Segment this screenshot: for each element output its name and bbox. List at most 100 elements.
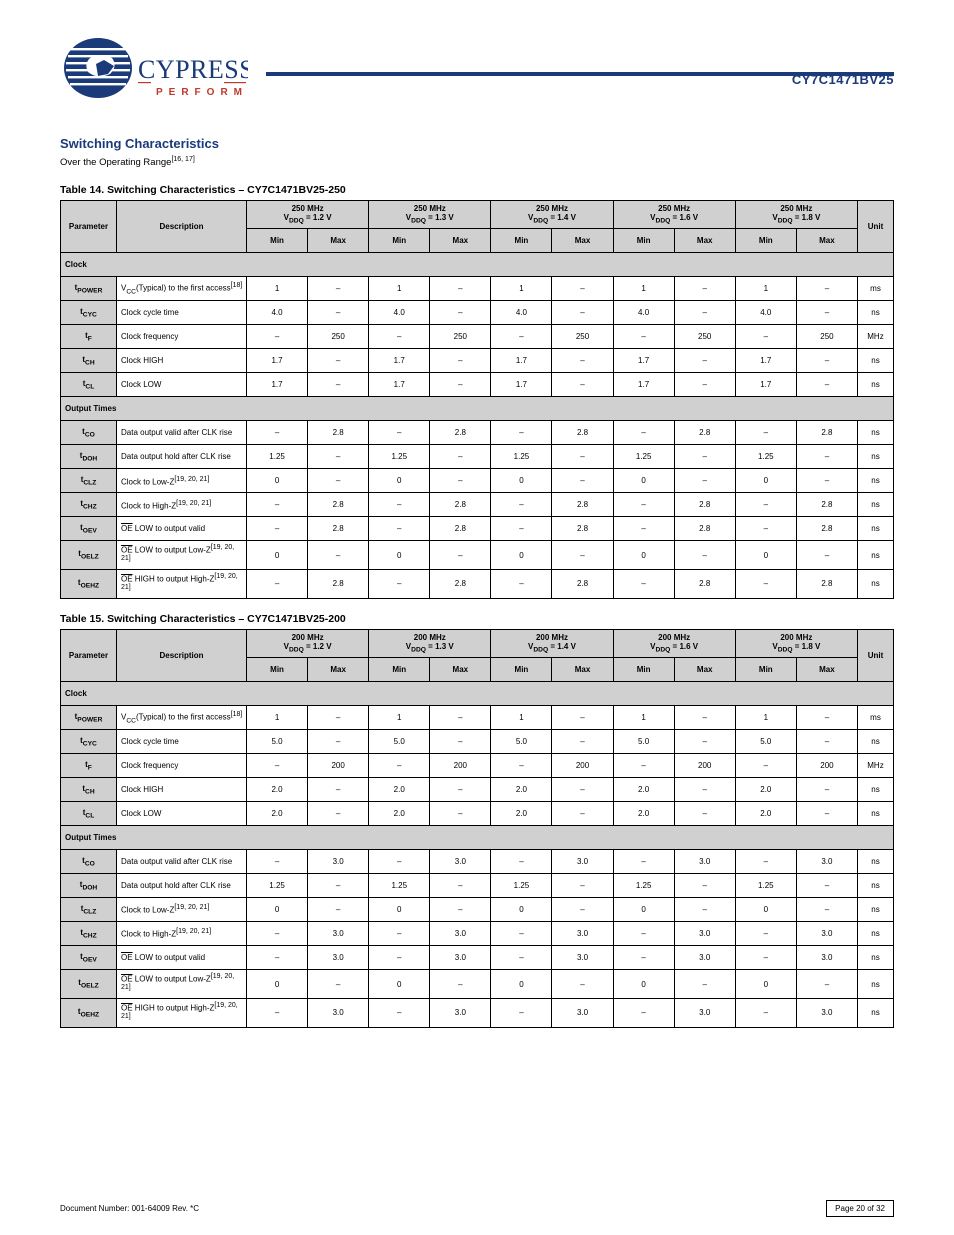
cell-parameter: tCHZ xyxy=(61,493,117,517)
cell-value: 3.0 xyxy=(430,922,491,946)
cell-value: – xyxy=(430,349,491,373)
cell-value: 2.0 xyxy=(491,802,552,826)
col-unit: Unit xyxy=(858,200,894,252)
cell-unit: ns xyxy=(858,778,894,802)
group-label: Clock xyxy=(61,682,894,706)
cell-value: – xyxy=(552,874,613,898)
cell-value: 1.25 xyxy=(369,445,430,469)
cell-value: – xyxy=(491,850,552,874)
cell-value: 2.8 xyxy=(308,570,369,599)
cell-value: 200 xyxy=(796,754,857,778)
cell-parameter: tDOH xyxy=(61,874,117,898)
cell-value: 250 xyxy=(308,325,369,349)
cell-value: 0 xyxy=(247,898,308,922)
cell-value: 2.8 xyxy=(796,570,857,599)
col-parameter: Parameter xyxy=(61,200,117,252)
cell-parameter: tCYC xyxy=(61,730,117,754)
cell-unit: ns xyxy=(858,421,894,445)
cell-value: – xyxy=(491,754,552,778)
cell-value: – xyxy=(674,301,735,325)
cell-value: 5.0 xyxy=(491,730,552,754)
cell-value: 5.0 xyxy=(613,730,674,754)
cell-value: – xyxy=(613,754,674,778)
cell-unit: ms xyxy=(858,277,894,301)
table-row: tOEHZOE HIGH to output High-Z[19, 20, 21… xyxy=(61,570,894,599)
cell-description: VCC(Typical) to the first access[18] xyxy=(117,706,247,730)
cell-value: – xyxy=(430,469,491,493)
svg-text:CYPRESS: CYPRESS xyxy=(138,55,248,84)
cell-value: 3.0 xyxy=(552,850,613,874)
col-max: Max xyxy=(796,229,857,253)
cell-value: – xyxy=(369,493,430,517)
cell-value: 2.8 xyxy=(552,493,613,517)
cell-value: 3.0 xyxy=(430,946,491,970)
cell-value: – xyxy=(369,570,430,599)
cell-value: – xyxy=(735,493,796,517)
cell-unit: ns xyxy=(858,998,894,1027)
table-row: tDOHData output hold after CLK rise1.25–… xyxy=(61,874,894,898)
cell-value: 3.0 xyxy=(674,850,735,874)
cell-value: 0 xyxy=(491,541,552,570)
cell-parameter: tCH xyxy=(61,349,117,373)
cell-value: – xyxy=(735,517,796,541)
cell-value: – xyxy=(735,946,796,970)
table2-title: Table 15. Switching Characteristics – CY… xyxy=(60,613,894,625)
col-description: Description xyxy=(117,629,247,681)
cell-value: – xyxy=(796,874,857,898)
cell-value: – xyxy=(247,493,308,517)
col-v1: 250 MHzVDDQ = 1.3 V xyxy=(369,200,491,228)
page-number: Page 20 of 32 xyxy=(826,1200,894,1217)
cell-value: – xyxy=(796,706,857,730)
col-min: Min xyxy=(369,658,430,682)
cell-value: – xyxy=(430,778,491,802)
cell-value: – xyxy=(491,517,552,541)
cell-value: – xyxy=(735,850,796,874)
cell-value: 0 xyxy=(735,469,796,493)
cell-value: 1 xyxy=(369,706,430,730)
group-row: Output Times xyxy=(61,397,894,421)
cell-value: 1.7 xyxy=(613,349,674,373)
cell-value: 2.8 xyxy=(674,493,735,517)
cell-value: 3.0 xyxy=(674,998,735,1027)
cell-value: – xyxy=(735,922,796,946)
cell-value: 0 xyxy=(247,541,308,570)
table-row: tDOHData output hold after CLK rise 1.25 –… xyxy=(61,445,894,469)
cell-value: 2.0 xyxy=(613,778,674,802)
cell-value: 0 xyxy=(247,970,308,999)
cell-value: – xyxy=(491,922,552,946)
cell-parameter: tCH xyxy=(61,778,117,802)
cell-value: 0 xyxy=(369,469,430,493)
cell-value: – xyxy=(491,325,552,349)
cell-value: 4.0 xyxy=(247,301,308,325)
cell-value: 1 xyxy=(247,706,308,730)
cell-description: Clock to High-Z[19, 20, 21] xyxy=(117,493,247,517)
table-row: tOELZOE LOW to output Low-Z[19, 20, 21]0… xyxy=(61,541,894,570)
cell-value: – xyxy=(308,349,369,373)
cell-value: 1.7 xyxy=(613,373,674,397)
cell-parameter: tCLZ xyxy=(61,469,117,493)
cell-value: – xyxy=(552,970,613,999)
cell-value: – xyxy=(308,277,369,301)
cell-value: – xyxy=(430,730,491,754)
cell-description: Data output valid after CLK rise xyxy=(117,850,247,874)
cell-parameter: tCO xyxy=(61,850,117,874)
cell-unit: ns xyxy=(858,922,894,946)
cell-value: – xyxy=(735,570,796,599)
table-row: tPOWERVCC(Typical) to the first access[1… xyxy=(61,706,894,730)
cell-description: Data output hold after CLK rise xyxy=(117,445,247,469)
cell-unit: ns xyxy=(858,349,894,373)
cell-unit: ns xyxy=(858,570,894,599)
table-row: tCLClock LOW1.7–1.7–1.7–1.7–1.7–ns xyxy=(61,373,894,397)
col-max: Max xyxy=(796,658,857,682)
table-row: tOEHZOE HIGH to output High-Z[19, 20, 21… xyxy=(61,998,894,1027)
cell-value: 1.25 xyxy=(247,874,308,898)
cell-value: – xyxy=(613,922,674,946)
cell-value: – xyxy=(552,445,613,469)
cell-value: – xyxy=(369,754,430,778)
part-number: CY7C1471BV25 xyxy=(792,72,894,87)
cell-value: 4.0 xyxy=(491,301,552,325)
cell-parameter: tDOH xyxy=(61,445,117,469)
cell-value: 3.0 xyxy=(430,998,491,1027)
cell-value: – xyxy=(430,301,491,325)
cell-value: – xyxy=(491,493,552,517)
